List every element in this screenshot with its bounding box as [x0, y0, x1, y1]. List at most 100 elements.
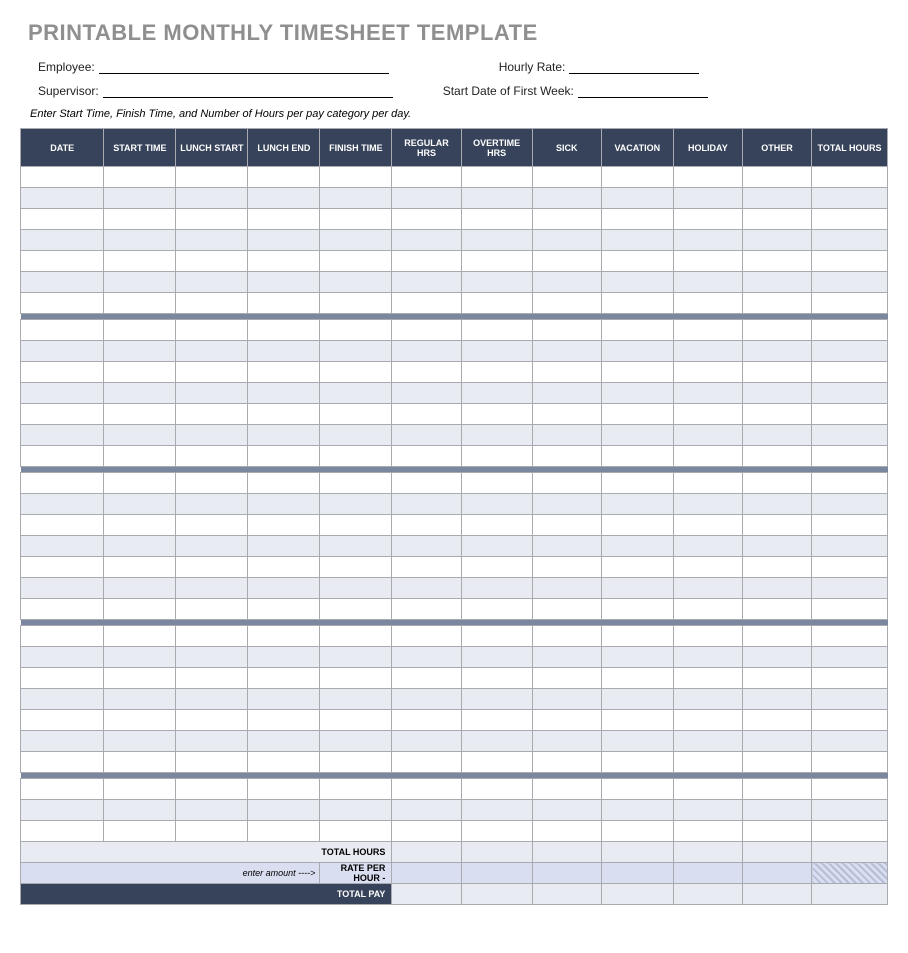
table-cell[interactable] [461, 821, 532, 842]
table-cell[interactable] [21, 515, 104, 536]
table-cell[interactable] [601, 668, 673, 689]
table-cell[interactable] [176, 557, 248, 578]
table-cell[interactable] [601, 779, 673, 800]
table-cell[interactable] [176, 446, 248, 467]
table-cell[interactable] [742, 272, 811, 293]
table-cell[interactable] [532, 647, 601, 668]
table-cell[interactable] [21, 578, 104, 599]
table-cell[interactable] [601, 752, 673, 773]
table-cell[interactable] [392, 557, 461, 578]
table-cell[interactable] [392, 209, 461, 230]
table-cell[interactable] [104, 188, 176, 209]
table-cell[interactable] [532, 578, 601, 599]
table-cell[interactable] [532, 404, 601, 425]
table-cell[interactable] [320, 821, 392, 842]
table-cell[interactable] [176, 230, 248, 251]
table-cell[interactable] [176, 779, 248, 800]
table-cell[interactable] [742, 599, 811, 620]
table-cell[interactable] [21, 821, 104, 842]
table-cell[interactable] [320, 167, 392, 188]
table-cell[interactable] [742, 647, 811, 668]
table-cell[interactable] [601, 383, 673, 404]
table-cell[interactable] [21, 320, 104, 341]
table-cell[interactable] [673, 473, 742, 494]
table-cell[interactable] [104, 779, 176, 800]
table-cell[interactable] [248, 446, 320, 467]
table-cell[interactable] [742, 362, 811, 383]
table-cell[interactable] [673, 689, 742, 710]
table-cell[interactable] [21, 710, 104, 731]
table-cell[interactable] [812, 446, 888, 467]
table-cell[interactable] [673, 188, 742, 209]
table-cell[interactable] [320, 230, 392, 251]
table-cell[interactable] [601, 251, 673, 272]
table-cell[interactable] [392, 341, 461, 362]
table-cell[interactable] [812, 383, 888, 404]
table-cell[interactable] [248, 494, 320, 515]
table-cell[interactable] [742, 626, 811, 647]
table-cell[interactable] [461, 230, 532, 251]
table-cell[interactable] [21, 404, 104, 425]
table-cell[interactable] [673, 209, 742, 230]
table-cell[interactable] [392, 821, 461, 842]
table-cell[interactable] [812, 689, 888, 710]
table-cell[interactable] [248, 800, 320, 821]
table-cell[interactable] [812, 341, 888, 362]
table-cell[interactable] [532, 473, 601, 494]
table-cell[interactable] [461, 515, 532, 536]
table-cell[interactable] [742, 188, 811, 209]
table-cell[interactable] [673, 710, 742, 731]
table-cell[interactable] [742, 752, 811, 773]
table-cell[interactable] [742, 557, 811, 578]
table-cell[interactable] [392, 446, 461, 467]
table-cell[interactable] [673, 251, 742, 272]
table-cell[interactable] [812, 425, 888, 446]
table-cell[interactable] [742, 710, 811, 731]
table-cell[interactable] [461, 473, 532, 494]
table-cell[interactable] [392, 731, 461, 752]
table-cell[interactable] [320, 752, 392, 773]
table-cell[interactable] [392, 320, 461, 341]
table-cell[interactable] [320, 362, 392, 383]
rate-value[interactable] [601, 863, 673, 884]
table-cell[interactable] [812, 752, 888, 773]
table-cell[interactable] [812, 800, 888, 821]
table-cell[interactable] [532, 320, 601, 341]
table-cell[interactable] [104, 821, 176, 842]
table-cell[interactable] [392, 578, 461, 599]
table-cell[interactable] [320, 578, 392, 599]
table-cell[interactable] [320, 494, 392, 515]
table-cell[interactable] [532, 599, 601, 620]
table-cell[interactable] [392, 647, 461, 668]
table-cell[interactable] [21, 779, 104, 800]
table-cell[interactable] [601, 446, 673, 467]
table-cell[interactable] [392, 293, 461, 314]
table-cell[interactable] [21, 473, 104, 494]
table-cell[interactable] [742, 404, 811, 425]
table-cell[interactable] [176, 341, 248, 362]
table-cell[interactable] [104, 626, 176, 647]
table-cell[interactable] [248, 668, 320, 689]
table-cell[interactable] [461, 362, 532, 383]
table-cell[interactable] [601, 578, 673, 599]
table-cell[interactable] [21, 689, 104, 710]
table-cell[interactable] [601, 341, 673, 362]
table-cell[interactable] [104, 446, 176, 467]
table-cell[interactable] [320, 647, 392, 668]
table-cell[interactable] [673, 800, 742, 821]
table-cell[interactable] [248, 731, 320, 752]
table-cell[interactable] [21, 494, 104, 515]
table-cell[interactable] [532, 188, 601, 209]
table-cell[interactable] [21, 752, 104, 773]
rate-value[interactable] [673, 863, 742, 884]
table-cell[interactable] [176, 515, 248, 536]
table-cell[interactable] [176, 362, 248, 383]
table-cell[interactable] [320, 272, 392, 293]
table-cell[interactable] [248, 383, 320, 404]
table-cell[interactable] [532, 362, 601, 383]
table-cell[interactable] [461, 341, 532, 362]
table-cell[interactable] [248, 599, 320, 620]
table-cell[interactable] [104, 731, 176, 752]
table-cell[interactable] [248, 362, 320, 383]
table-cell[interactable] [176, 293, 248, 314]
